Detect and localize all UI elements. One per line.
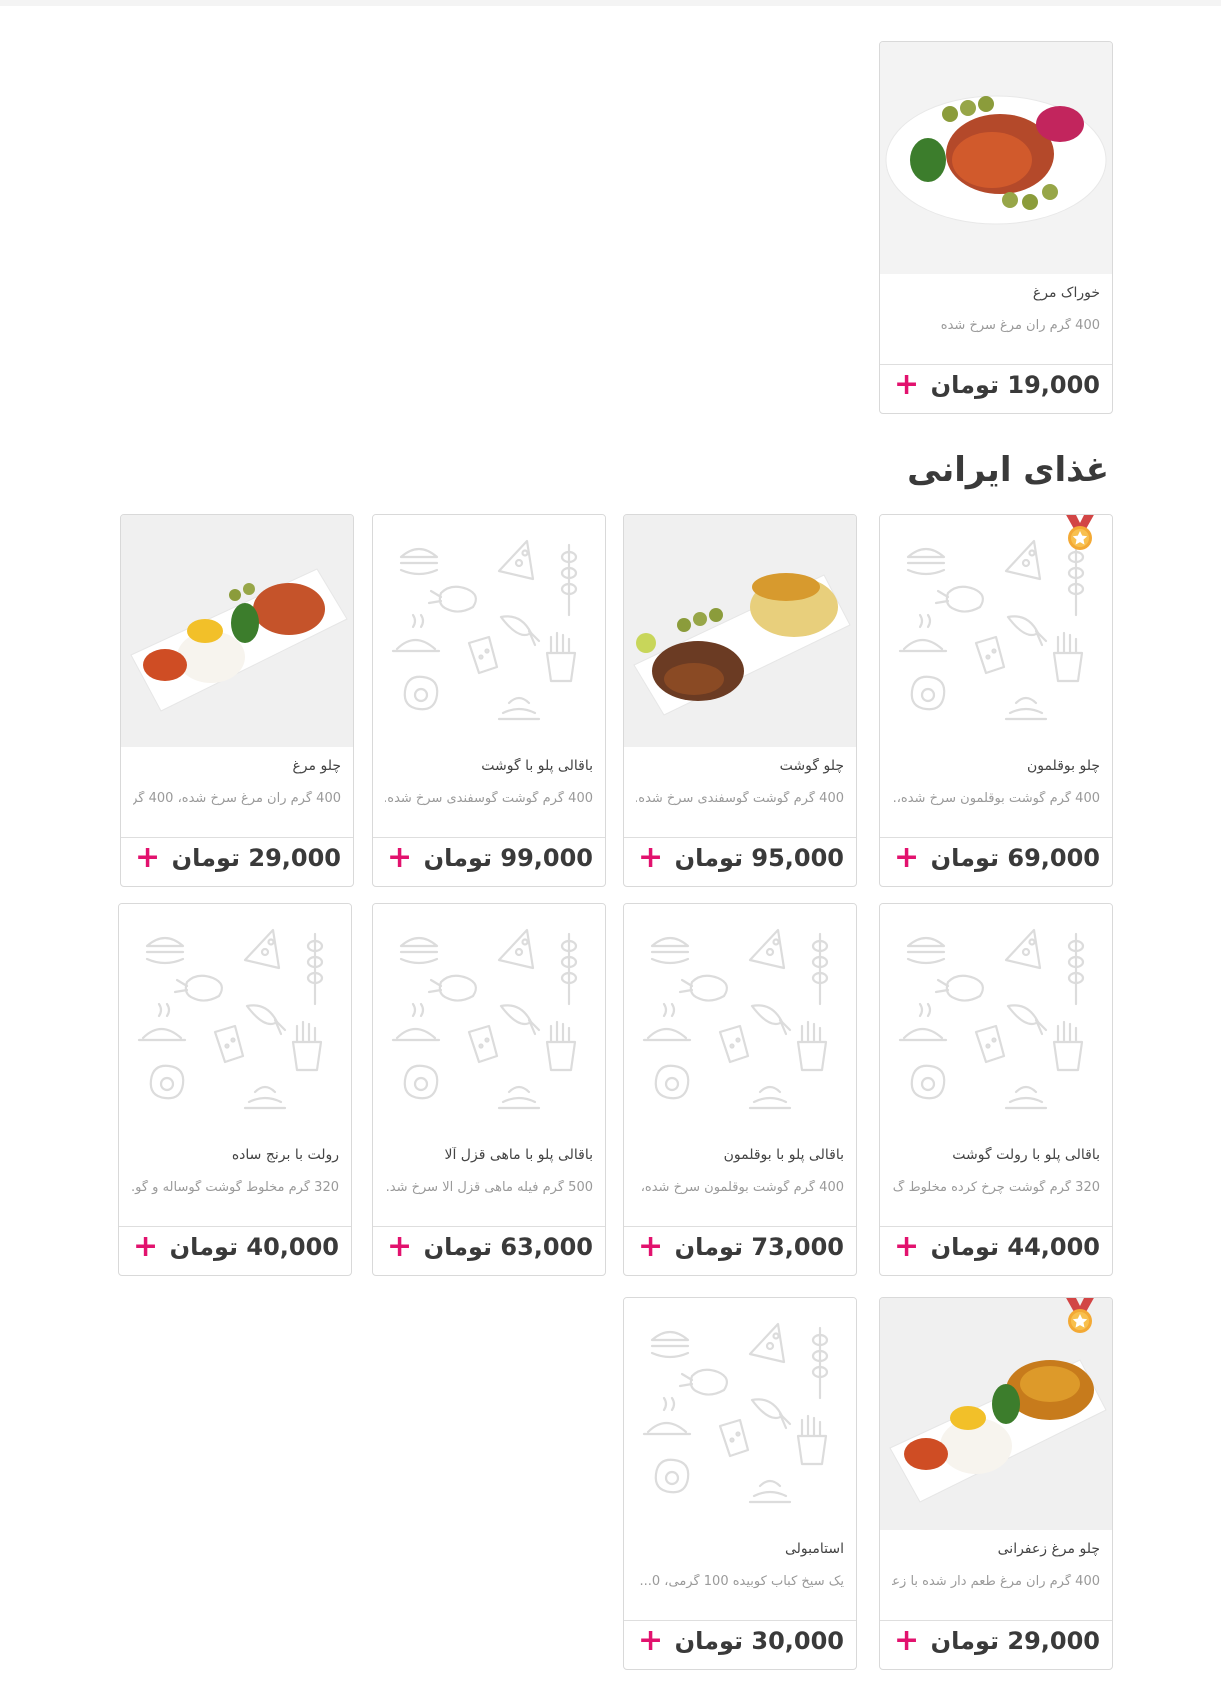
food-card[interactable]: باقالی پلو با ماهی قزل آلا 500 گرم فیله … — [372, 903, 606, 1276]
placeholder-image — [624, 904, 856, 1136]
card-footer: 99,000 تومان + — [373, 837, 605, 886]
food-card[interactable]: چلو مرغ 400 گرم ران مرغ سرخ شده، 400 گر.… — [120, 514, 354, 887]
medal-icon — [1065, 515, 1095, 550]
food-description: 400 گرم گوشت گوسفندی سرخ شده... — [636, 791, 844, 806]
food-description: 400 گرم گوشت بوقلمون سرخ شده،... — [892, 791, 1100, 806]
food-name: باقالی پلو با ماهی قزل آلا — [444, 1147, 593, 1163]
food-description: 400 گرم ران مرغ سرخ شده، 400 گر... — [133, 791, 341, 806]
food-description: 320 گرم گوشت چرخ کرده مخلوط گ... — [892, 1180, 1100, 1195]
food-image — [624, 515, 856, 747]
food-card[interactable]: چلو گوشت 400 گرم گوشت گوسفندی سرخ شده...… — [623, 514, 857, 887]
food-price: 29,000 تومان — [930, 1627, 1100, 1655]
card-footer: 29,000 تومان + — [121, 837, 353, 886]
food-name: چلو مرغ زعفرانی — [997, 1541, 1100, 1557]
placeholder-image — [119, 904, 351, 1136]
food-name: چلو گوشت — [779, 758, 844, 774]
food-card[interactable]: چلو بوقلمون 400 گرم گوشت بوقلمون سرخ شده… — [879, 514, 1113, 887]
add-to-cart-button[interactable]: + — [133, 1232, 158, 1262]
food-name: باقالی پلو با بوقلمون — [723, 1147, 844, 1163]
placeholder-image — [880, 904, 1112, 1136]
add-to-cart-button[interactable]: + — [894, 1232, 919, 1262]
food-card[interactable]: باقالی پلو با گوشت 400 گرم گوشت گوسفندی … — [372, 514, 606, 887]
food-price: 30,000 تومان — [674, 1627, 844, 1655]
food-card[interactable]: رولت با برنج ساده 320 گرم مخلوط گوشت گوس… — [118, 903, 352, 1276]
food-name: چلو مرغ — [292, 758, 341, 774]
card-footer: 63,000 تومان + — [373, 1226, 605, 1275]
add-to-cart-button[interactable]: + — [638, 1232, 663, 1262]
card-footer: 30,000 تومان + — [624, 1620, 856, 1669]
card-footer: 40,000 تومان + — [119, 1226, 351, 1275]
card-footer: 95,000 تومان + — [624, 837, 856, 886]
medal-icon — [1065, 1298, 1095, 1333]
food-description: یک سیخ کباب کوبیده 100 گرمی، 0... — [639, 1574, 844, 1589]
food-price: 19,000 تومان — [930, 371, 1100, 399]
food-image — [121, 515, 353, 747]
food-price: 69,000 تومان — [930, 844, 1100, 872]
food-description: 400 گرم ران مرغ سرخ شده — [940, 318, 1100, 333]
food-price: 40,000 تومان — [169, 1233, 339, 1261]
add-to-cart-button[interactable]: + — [387, 843, 412, 873]
add-to-cart-button[interactable]: + — [135, 843, 160, 873]
featured-food-card[interactable]: خوراک مرغ 400 گرم ران مرغ سرخ شده 19,000… — [879, 41, 1113, 414]
food-card[interactable]: چلو مرغ زعفرانی 400 گرم ران مرغ طعم دار … — [879, 1297, 1113, 1670]
add-to-cart-button[interactable]: + — [894, 370, 919, 400]
food-description: 400 گرم گوشت گوسفندی سرخ شده... — [385, 791, 593, 806]
placeholder-image — [373, 904, 605, 1136]
food-price: 29,000 تومان — [171, 844, 341, 872]
food-price: 99,000 تومان — [423, 844, 593, 872]
card-footer: 29,000 تومان + — [880, 1620, 1112, 1669]
card-footer: 73,000 تومان + — [624, 1226, 856, 1275]
card-footer: 44,000 تومان + — [880, 1226, 1112, 1275]
food-image — [880, 42, 1112, 274]
food-description: 400 گرم ران مرغ طعم دار شده با زعف... — [892, 1574, 1100, 1589]
food-name: خوراک مرغ — [1032, 285, 1100, 301]
placeholder-image — [624, 1298, 856, 1530]
food-card[interactable]: باقالی پلو با رولت گوشت 320 گرم گوشت چرخ… — [879, 903, 1113, 1276]
food-card[interactable]: باقالی پلو با بوقلمون 400 گرم گوشت بوقلم… — [623, 903, 857, 1276]
food-price: 44,000 تومان — [930, 1233, 1100, 1261]
food-price: 63,000 تومان — [423, 1233, 593, 1261]
placeholder-image — [373, 515, 605, 747]
top-bar — [0, 0, 1221, 6]
add-to-cart-button[interactable]: + — [894, 1626, 919, 1656]
add-to-cart-button[interactable]: + — [638, 843, 663, 873]
add-to-cart-button[interactable]: + — [894, 843, 919, 873]
food-description: 320 گرم مخلوط گوشت گوساله و گو... — [131, 1180, 339, 1195]
section-title: غذای ایرانی — [907, 450, 1109, 490]
food-price: 73,000 تومان — [674, 1233, 844, 1261]
food-card[interactable]: استامبولی یک سیخ کباب کوبیده 100 گرمی، 0… — [623, 1297, 857, 1670]
add-to-cart-button[interactable]: + — [638, 1626, 663, 1656]
food-name: استامبولی — [784, 1541, 844, 1557]
food-description: 500 گرم فیله ماهی قزل آلا سرخ شد... — [385, 1180, 593, 1195]
food-name: باقالی پلو با گوشت — [481, 758, 593, 774]
card-footer: 69,000 تومان + — [880, 837, 1112, 886]
food-price: 95,000 تومان — [674, 844, 844, 872]
food-description: 400 گرم گوشت بوقلمون سرخ شده، ... — [636, 1180, 844, 1195]
food-name: رولت با برنج ساده — [231, 1147, 339, 1163]
food-name: باقالی پلو با رولت گوشت — [952, 1147, 1100, 1163]
add-to-cart-button[interactable]: + — [387, 1232, 412, 1262]
card-footer: 19,000 تومان + — [880, 364, 1112, 413]
food-name: چلو بوقلمون — [1026, 758, 1100, 774]
